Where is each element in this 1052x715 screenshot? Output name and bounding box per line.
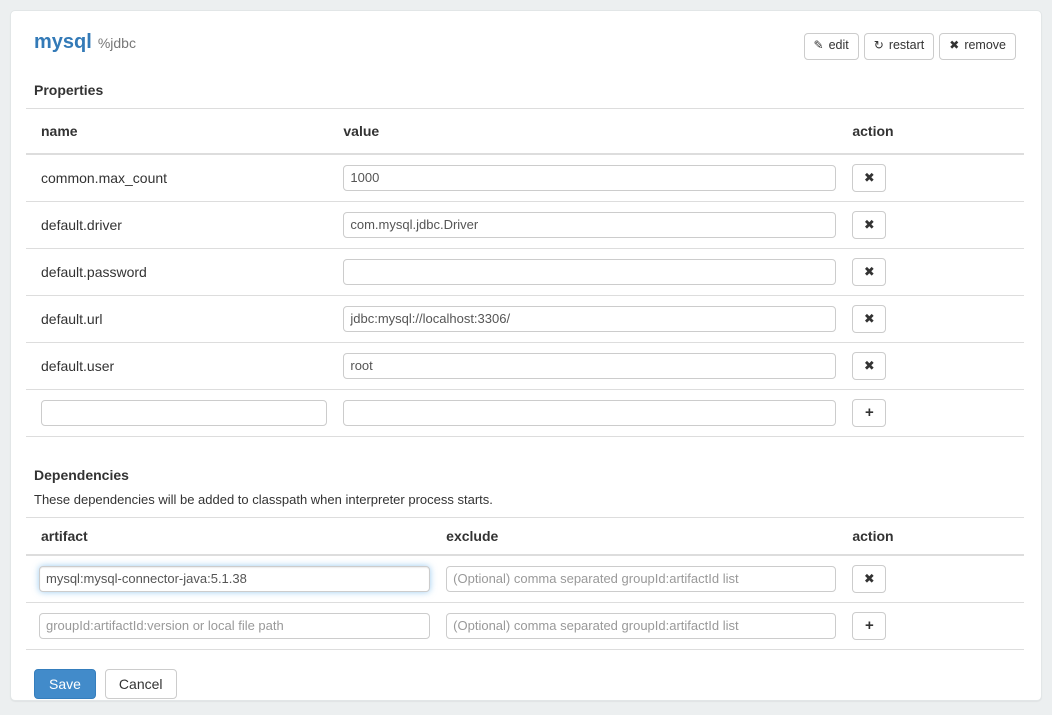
x-icon: ✖: [864, 264, 875, 279]
property-row: common.max_count ✖: [26, 154, 1024, 202]
interpreter-name: mysql: [34, 31, 92, 53]
column-header-value: value: [335, 108, 844, 154]
edit-button[interactable]: ✎ edit: [804, 33, 859, 60]
dependencies-description: These dependencies will be added to clas…: [34, 492, 1024, 507]
interpreter-header: mysql %jdbc ✎ edit ↻ restart ✖ remove: [26, 31, 1024, 60]
save-button[interactable]: Save: [34, 669, 96, 699]
dependencies-heading: Dependencies: [34, 467, 1024, 483]
refresh-icon: ↻: [874, 37, 884, 54]
property-value-input[interactable]: [343, 353, 836, 379]
form-footer: Save Cancel: [34, 669, 1024, 699]
close-icon: ✖: [949, 37, 959, 54]
interpreter-binding: %jdbc: [98, 35, 136, 51]
new-property-name-input[interactable]: [41, 400, 327, 426]
restart-button[interactable]: ↻ restart: [864, 33, 935, 60]
delete-property-button[interactable]: ✖: [852, 258, 886, 286]
column-header-artifact: artifact: [26, 517, 438, 555]
delete-property-button[interactable]: ✖: [852, 305, 886, 333]
cancel-button[interactable]: Cancel: [105, 669, 177, 699]
interpreter-actions: ✎ edit ↻ restart ✖ remove: [804, 33, 1016, 60]
x-icon: ✖: [864, 217, 875, 232]
delete-property-button[interactable]: ✖: [852, 211, 886, 239]
x-icon: ✖: [864, 311, 875, 326]
plus-icon: +: [865, 617, 874, 634]
artifact-input[interactable]: [39, 566, 430, 592]
properties-table: name value action common.max_count ✖ def…: [26, 108, 1024, 437]
new-property-value-input[interactable]: [343, 400, 836, 426]
dependencies-header-row: artifact exclude action: [26, 517, 1024, 555]
remove-button[interactable]: ✖ remove: [939, 33, 1016, 60]
delete-dependency-button[interactable]: ✖: [852, 565, 886, 593]
delete-property-button[interactable]: ✖: [852, 352, 886, 380]
property-name: default.driver: [26, 201, 335, 248]
property-value-input[interactable]: [343, 165, 836, 191]
interpreter-settings-card: mysql %jdbc ✎ edit ↻ restart ✖ remove Pro…: [10, 10, 1042, 701]
new-exclude-input[interactable]: [446, 613, 836, 639]
delete-property-button[interactable]: ✖: [852, 164, 886, 192]
dependency-row: ✖: [26, 555, 1024, 603]
x-icon: ✖: [864, 358, 875, 373]
property-value-input[interactable]: [343, 259, 836, 285]
column-header-action: action: [844, 108, 1024, 154]
x-icon: ✖: [864, 170, 875, 185]
column-header-exclude: exclude: [438, 517, 844, 555]
property-row: default.driver ✖: [26, 201, 1024, 248]
add-property-button[interactable]: +: [852, 399, 886, 427]
new-dependency-row: +: [26, 602, 1024, 649]
remove-button-label: remove: [964, 37, 1006, 55]
properties-header-row: name value action: [26, 108, 1024, 154]
new-artifact-input[interactable]: [39, 613, 430, 639]
property-name: default.user: [26, 342, 335, 389]
dependencies-table: artifact exclude action ✖ +: [26, 517, 1024, 650]
property-value-input[interactable]: [343, 212, 836, 238]
property-name: common.max_count: [26, 154, 335, 202]
property-row: default.password ✖: [26, 248, 1024, 295]
property-name: default.password: [26, 248, 335, 295]
property-name: default.url: [26, 295, 335, 342]
new-property-row: +: [26, 389, 1024, 436]
property-value-input[interactable]: [343, 306, 836, 332]
restart-button-label: restart: [889, 37, 924, 55]
column-header-name: name: [26, 108, 335, 154]
column-header-action: action: [844, 517, 1024, 555]
property-row: default.url ✖: [26, 295, 1024, 342]
edit-button-label: edit: [829, 37, 849, 55]
exclude-input[interactable]: [446, 566, 836, 592]
interpreter-title-group: mysql %jdbc: [34, 31, 136, 54]
property-row: default.user ✖: [26, 342, 1024, 389]
pencil-icon: ✎: [814, 37, 824, 54]
add-dependency-button[interactable]: +: [852, 612, 886, 640]
properties-heading: Properties: [34, 82, 1024, 98]
plus-icon: +: [865, 404, 874, 421]
x-icon: ✖: [864, 571, 875, 586]
